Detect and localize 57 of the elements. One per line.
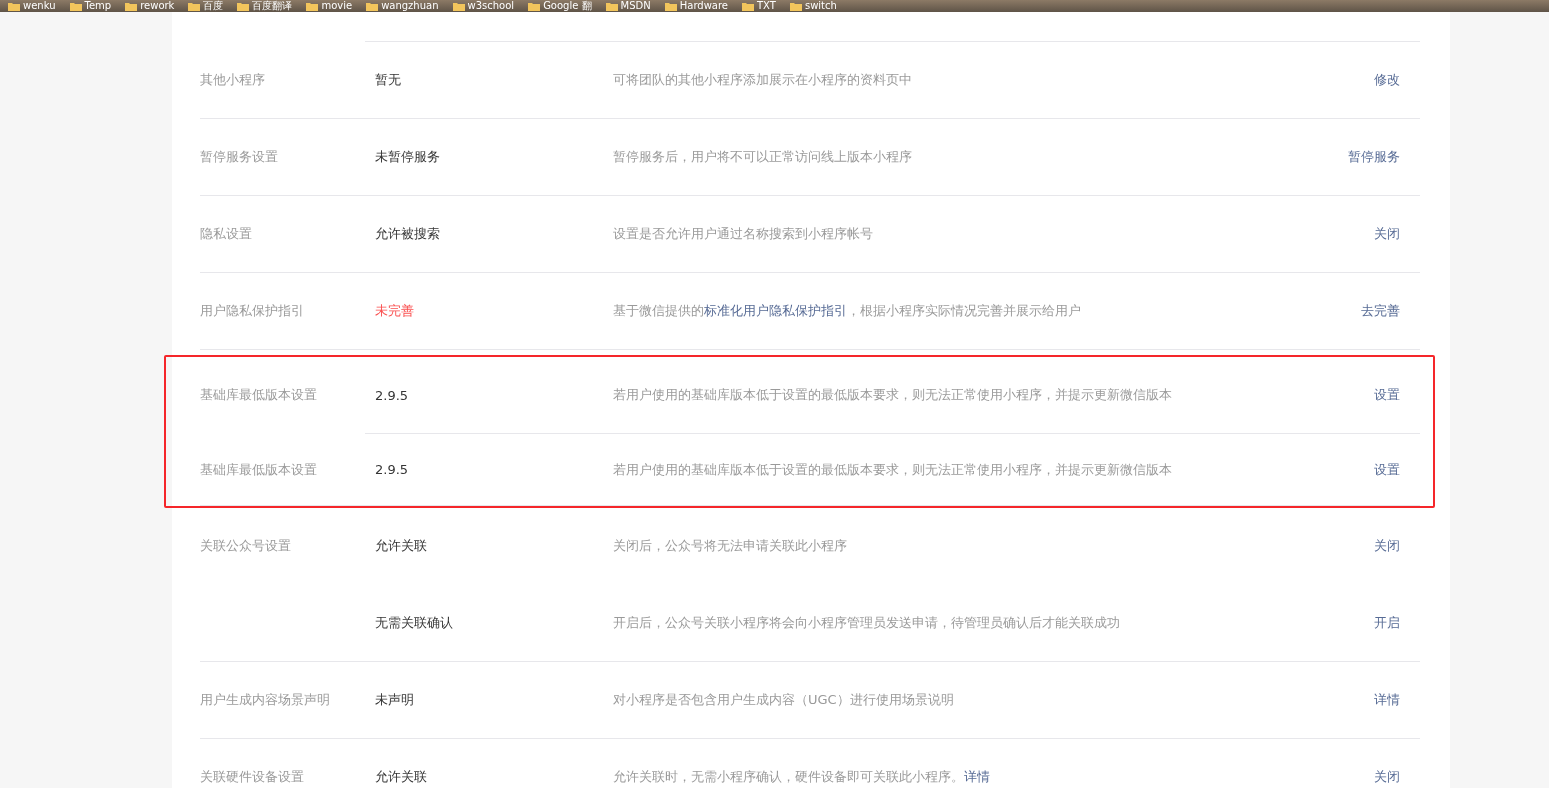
guide-link[interactable]: 详情: [964, 769, 990, 784]
setting-description: 对小程序是否包含用户生成内容（UGC）进行使用场景说明: [613, 692, 954, 707]
setting-value: 未暂停服务: [375, 149, 440, 164]
bookmark-item[interactable]: movie: [306, 0, 353, 12]
setting-value: 无需关联确认: [375, 615, 453, 630]
bookmark-item[interactable]: TXT: [742, 0, 776, 12]
setting-description: 基于微信提供的标准化用户隐私保护指引，根据小程序实际情况完善并展示给用户: [613, 303, 1081, 318]
bookmark-item[interactable]: 百度: [188, 0, 224, 12]
setting-value: 2.9.5: [375, 387, 409, 403]
action-link[interactable]: 修改: [1374, 72, 1420, 87]
folder-icon: [69, 1, 82, 11]
setting-label: 隐私设置: [200, 226, 252, 241]
action-link[interactable]: 关闭: [1374, 226, 1420, 241]
bookmark-item[interactable]: w3school: [452, 0, 515, 12]
action-link[interactable]: 设置: [1374, 461, 1420, 477]
setting-label: 基础库最低版本设置: [200, 387, 317, 402]
setting-label: 暂停服务设置: [200, 149, 278, 164]
action-link[interactable]: 关闭: [1374, 538, 1420, 553]
setting-value: 未声明: [375, 692, 414, 707]
setting-label: 关联公众号设置: [200, 538, 291, 553]
setting-value: 2.9.5: [375, 462, 409, 477]
setting-description: 若用户使用的基础库版本低于设置的最低版本要求，则无法正常使用小程序，并提示更新微信版本: [613, 387, 1172, 402]
bookmark-item[interactable]: wenku: [8, 0, 56, 12]
action-link[interactable]: 设置: [1374, 387, 1420, 402]
action-link[interactable]: 暂停服务: [1348, 149, 1420, 164]
bookmark-item[interactable]: 百度翻译: [237, 0, 293, 12]
bookmark-item[interactable]: rework: [125, 0, 175, 12]
action-link[interactable]: 开启: [1374, 615, 1420, 630]
bookmark-item[interactable]: Google 翻: [528, 0, 592, 12]
setting-description: 暂停服务后，用户将不可以正常访问线上版本小程序: [613, 149, 912, 164]
setting-value: 允许关联: [375, 769, 427, 784]
setting-description: 可将团队的其他小程序添加展示在小程序的资料页中: [613, 72, 912, 87]
setting-label: 基础库最低版本设置: [200, 461, 317, 477]
setting-value: 暂无: [375, 72, 401, 87]
action-link[interactable]: 详情: [1374, 692, 1420, 707]
setting-description: 设置是否允许用户通过名称搜索到小程序帐号: [613, 226, 873, 241]
setting-description: 允许关联时，无需小程序确认，硬件设备即可关联此小程序。详情: [613, 769, 990, 784]
bookmark-item[interactable]: wangzhuan: [366, 0, 439, 12]
bookmark-item[interactable]: Hardware: [664, 0, 728, 12]
setting-value: 允许关联: [375, 538, 427, 553]
folder-icon: [8, 1, 20, 11]
bookmark-item[interactable]: Temp: [69, 0, 112, 12]
action-link[interactable]: 去完善: [1361, 303, 1420, 318]
guide-link[interactable]: 标准化用户隐私保护指引: [704, 303, 847, 318]
setting-description: 关闭后，公众号将无法申请关联此小程序: [613, 538, 847, 553]
setting-description: 若用户使用的基础库版本低于设置的最低版本要求，则无法正常使用小程序，并提示更新微信版本: [613, 461, 1172, 477]
folder-icon: [125, 1, 138, 11]
setting-value: 未完善: [375, 303, 414, 318]
setting-label: 关联硬件设备设置: [200, 769, 304, 784]
action-link[interactable]: 关闭: [1374, 769, 1420, 784]
setting-label: 用户隐私保护指引: [200, 303, 304, 318]
setting-description: 开启后，公众号关联小程序将会向小程序管理员发送申请，待管理员确认后才能关联成功: [613, 615, 1120, 630]
bookmark-item[interactable]: MSDN: [605, 0, 651, 12]
setting-value: 允许被搜索: [375, 226, 440, 241]
bookmark-item[interactable]: switch: [789, 0, 837, 12]
setting-label: 用户生成内容场景声明: [200, 692, 330, 707]
setting-label: 其他小程序: [200, 72, 265, 87]
